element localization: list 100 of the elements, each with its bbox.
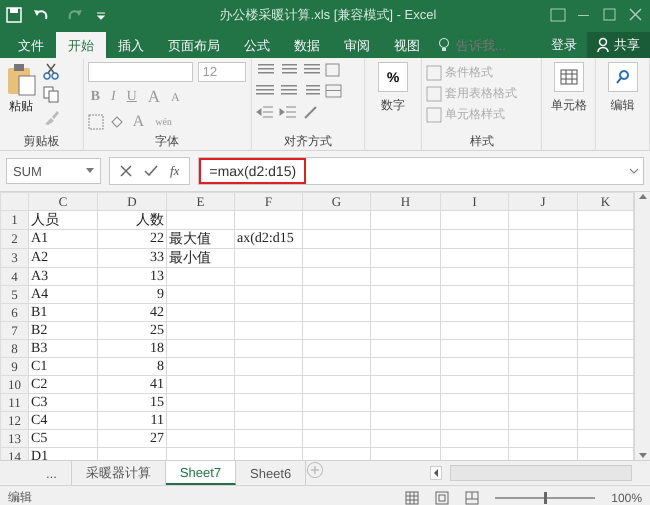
group-label: 数字: [381, 97, 406, 114]
insert-function-button[interactable]: fx: [170, 163, 180, 179]
table-cell: 42: [150, 304, 164, 320]
group-label: 字体: [154, 133, 180, 150]
table-icon[interactable]: [560, 69, 578, 85]
ribbon-tab[interactable]: 开始: [56, 32, 106, 58]
row-header[interactable]: 4: [0, 268, 28, 286]
merge-icon[interactable]: [324, 83, 343, 99]
lightbulb-icon[interactable]: [438, 37, 450, 53]
sign-in-link[interactable]: 登录: [541, 32, 587, 58]
table-cell: C4: [31, 412, 48, 428]
status-mode: 编辑: [8, 489, 33, 505]
table-cell: 人数: [136, 213, 164, 228]
percent-button[interactable]: %: [378, 62, 408, 92]
table-cell: D1: [31, 448, 48, 460]
page-layout-icon[interactable]: [435, 490, 450, 504]
horizontal-scrollbar[interactable]: [450, 465, 632, 481]
ribbon-tab[interactable]: 文件: [6, 32, 56, 58]
editing-button[interactable]: [608, 62, 638, 92]
table-cell: 最小值: [169, 251, 211, 266]
table-cell: C3: [31, 394, 48, 410]
maximize-icon[interactable]: [602, 8, 618, 22]
column-header[interactable]: F: [234, 192, 302, 210]
row-header[interactable]: 2: [0, 230, 28, 248]
table-cell: 33: [150, 250, 164, 265]
table-cell: 41: [150, 376, 164, 392]
column-header[interactable]: E: [166, 192, 234, 210]
table-cell: 27: [150, 430, 164, 446]
column-header[interactable]: I: [440, 192, 508, 210]
column-header[interactable]: G: [302, 192, 370, 210]
window-title: 办公楼采暖计算.xls [兼容模式] - Excel: [218, 6, 438, 24]
ribbon-tab[interactable]: 公式: [232, 32, 282, 58]
paste-button[interactable]: 粘贴: [4, 62, 38, 132]
column-header[interactable]: D: [98, 192, 166, 210]
formula-field[interactable]: =max(d2:d15): [199, 158, 306, 184]
ribbon-options-icon[interactable]: [550, 8, 566, 22]
row-header[interactable]: 9: [0, 358, 28, 376]
table-cell: C5: [31, 430, 48, 446]
page-break-icon[interactable]: [465, 490, 480, 504]
increase-indent-icon[interactable]: [278, 104, 297, 120]
expand-icon[interactable]: [629, 168, 639, 174]
column-header[interactable]: H: [370, 192, 440, 210]
zoom-thumb[interactable]: [544, 492, 548, 504]
ribbon-tab[interactable]: 视图: [382, 32, 432, 58]
row-header[interactable]: 8: [0, 340, 28, 358]
table-cell: 8: [157, 358, 164, 374]
style-icon: [426, 106, 442, 122]
row-header[interactable]: 12: [0, 412, 28, 430]
row-header[interactable]: 13: [0, 430, 28, 448]
row-header[interactable]: 7: [0, 322, 28, 340]
decrease-indent-icon[interactable]: [256, 104, 274, 120]
row-header[interactable]: 10: [0, 376, 28, 394]
row-header[interactable]: 11: [0, 394, 28, 412]
group-label: 编辑: [610, 97, 635, 114]
row-header[interactable]: 5: [0, 286, 28, 304]
ribbon-tab[interactable]: 插入: [106, 32, 156, 58]
table-cell: C2: [31, 376, 48, 392]
search-icon[interactable]: [614, 69, 631, 85]
scroll-left-icon[interactable]: [430, 466, 442, 480]
save-icon[interactable]: [6, 7, 22, 23]
tell-me-field[interactable]: 告诉我...: [454, 36, 528, 54]
close-icon[interactable]: [628, 8, 644, 22]
table-cell: A1: [31, 231, 48, 246]
table-cell: 18: [150, 340, 164, 356]
ribbon-tab[interactable]: 数据: [282, 32, 332, 58]
font-name-field[interactable]: [88, 62, 193, 82]
dropdown-icon[interactable]: [86, 168, 94, 174]
person-icon[interactable]: [597, 37, 611, 53]
table-cell: C1: [31, 358, 48, 374]
scissors-icon[interactable]: [42, 62, 60, 80]
column-header[interactable]: J: [508, 192, 578, 210]
table-cell: B2: [31, 322, 48, 338]
cancel-icon[interactable]: [120, 165, 132, 177]
ribbon-tab[interactable]: 审阅: [332, 32, 382, 58]
share-button[interactable]: 共享: [587, 32, 650, 58]
table-cell: 25: [150, 322, 164, 338]
copy-icon[interactable]: [42, 85, 60, 103]
enter-icon[interactable]: [144, 165, 158, 177]
name-box[interactable]: SUM: [6, 158, 101, 184]
table-cell: A3: [31, 268, 48, 284]
ribbon-tab[interactable]: 页面布局: [156, 32, 232, 58]
table-cell: 人员: [31, 213, 59, 228]
sheet-tab[interactable]: Sheet7: [166, 461, 236, 485]
table-cell: B3: [31, 340, 48, 356]
clipboard-icon[interactable]: [6, 62, 36, 96]
normal-view-icon[interactable]: [405, 490, 420, 504]
group-label: 剪贴板: [22, 133, 60, 150]
zoom-level: 100%: [611, 490, 642, 504]
row-header[interactable]: 3: [0, 248, 28, 268]
table-cell: B1: [31, 304, 48, 320]
column-header[interactable]: C: [28, 192, 98, 210]
table-cell: 11: [150, 412, 164, 428]
cells-button[interactable]: [554, 62, 584, 92]
borders-icon[interactable]: [88, 114, 104, 130]
style-icon: [426, 64, 442, 80]
style-icon: [426, 86, 442, 102]
column-header[interactable]: K: [578, 192, 634, 210]
table-cell: 22: [150, 231, 164, 246]
row-header[interactable]: 1: [0, 210, 28, 230]
row-header[interactable]: 6: [0, 304, 28, 322]
